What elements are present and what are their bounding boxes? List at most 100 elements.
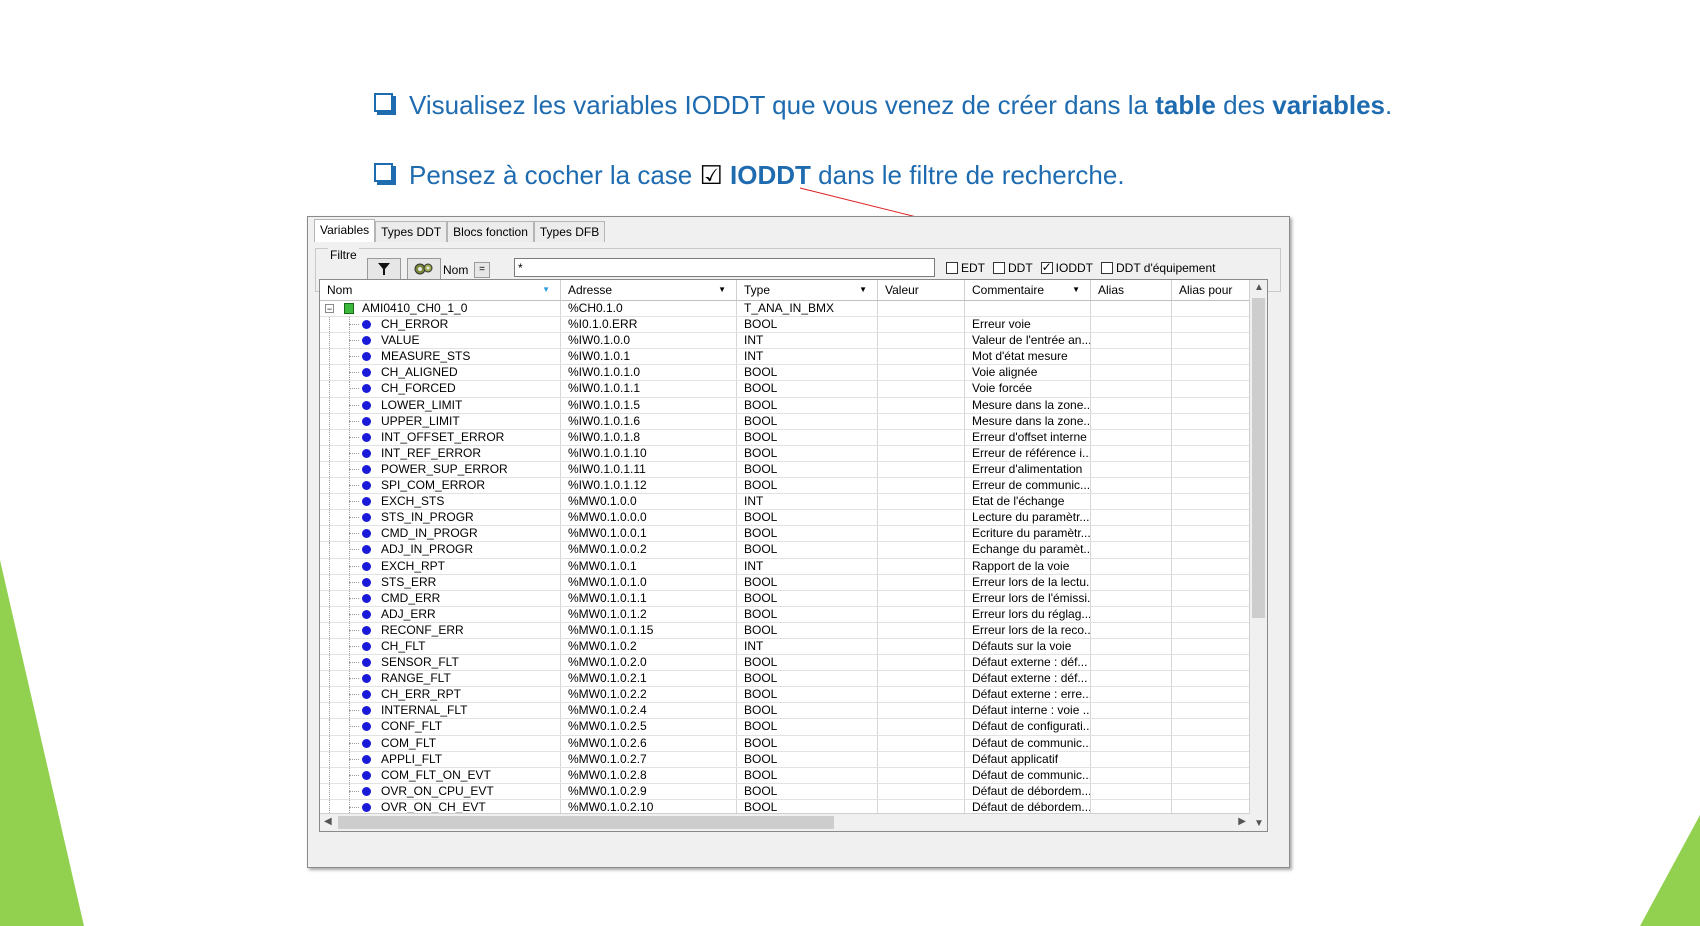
col-header-alias-pour[interactable]: Alias pour bbox=[1172, 280, 1250, 300]
variable-address: %MW0.1.0.1 bbox=[561, 558, 737, 574]
table-row[interactable]: POWER_SUP_ERROR %IW0.1.0.1.11 BOOL Erreur d… bbox=[320, 461, 1250, 479]
variable-value bbox=[878, 526, 965, 542]
table-row[interactable]: UPPER_LIMIT %IW0.1.0.1.6 BOOL Mesure dans l… bbox=[320, 413, 1250, 430]
variable-alias bbox=[1091, 542, 1172, 558]
table-row[interactable]: EXCH_RPT %MW0.1.0.1 INT Rapport de la voie bbox=[320, 558, 1250, 575]
col-header-adresse[interactable]: Adresse ▼ bbox=[561, 280, 737, 300]
table-row[interactable]: SENSOR_FLT %MW0.1.0.2.0 BOOL Défaut externe… bbox=[320, 655, 1250, 672]
table-row[interactable]: CH_FLT %MW0.1.0.2 INT Défauts sur la voie bbox=[320, 638, 1250, 656]
table-row-parent[interactable]: − AMI0410_CH0_1_0 %CH0.1.0 T_ANA_IN_BMX bbox=[320, 301, 1250, 318]
variable-name: CH_ALIGNED bbox=[381, 365, 458, 380]
table-row[interactable]: CH_ERROR %I0.1.0.ERR BOOL Erreur voie bbox=[320, 317, 1250, 334]
tab-blocs-fonction[interactable]: Blocs fonction bbox=[447, 221, 534, 242]
table-row[interactable]: COM_FLT %MW0.1.0.2.6 BOOL Défaut de communi… bbox=[320, 735, 1250, 752]
table-row[interactable]: STS_IN_PROGR %MW0.1.0.0.0 BOOL Lecture du p… bbox=[320, 510, 1250, 527]
filter-label: Filtre bbox=[328, 248, 359, 262]
ddt-checkbox[interactable]: DDT bbox=[993, 261, 1033, 275]
table-row[interactable]: CH_ALIGNED %IW0.1.0.1.0 BOOL Voie alignée bbox=[320, 365, 1250, 382]
tree-line bbox=[329, 687, 330, 703]
table-row[interactable]: INT_OFFSET_ERROR %IW0.1.0.1.8 BOOL Erreur d… bbox=[320, 429, 1250, 446]
vertical-scrollbar[interactable]: ▲ ▼ bbox=[1249, 280, 1267, 831]
tab-types-dfb[interactable]: Types DFB bbox=[533, 221, 606, 242]
settings-button[interactable] bbox=[407, 258, 441, 280]
variable-name: POWER_SUP_ERROR bbox=[381, 461, 508, 476]
tree-branch bbox=[349, 742, 359, 744]
ddt-equipement-checkbox[interactable]: DDT d'équipement bbox=[1101, 261, 1215, 275]
variable-value bbox=[878, 301, 965, 317]
col-header-commentaire[interactable]: Commentaire ▼ bbox=[965, 280, 1091, 300]
variable-name: STS_ERR bbox=[381, 574, 437, 589]
elementary-variable-icon bbox=[362, 658, 371, 668]
horizontal-scrollbar[interactable]: ◀ ▶ bbox=[320, 813, 1250, 831]
variable-address: %IW0.1.0.1 bbox=[561, 349, 737, 365]
variable-alias-pour bbox=[1172, 398, 1250, 413]
gears-icon bbox=[414, 263, 433, 275]
tree-branch bbox=[349, 629, 359, 631]
elementary-variable-icon bbox=[362, 432, 371, 442]
table-row[interactable]: STS_ERR %MW0.1.0.1.0 BOOL Erreur lors de la… bbox=[320, 574, 1250, 591]
table-row[interactable]: VALUE %IW0.1.0.0 INT Valeur de l'entrée an.… bbox=[320, 333, 1250, 350]
tree-branch bbox=[349, 533, 359, 535]
scroll-up-icon[interactable]: ▲ bbox=[1254, 282, 1264, 293]
variable-address: %CH0.1.0 bbox=[561, 301, 737, 317]
col-header-valeur[interactable]: Valeur bbox=[878, 280, 965, 300]
table-row[interactable]: RANGE_FLT %MW0.1.0.2.1 BOOL Défaut externe … bbox=[320, 671, 1250, 688]
variable-comment: Défaut externe : déf... bbox=[965, 671, 1091, 687]
table-row[interactable]: APPLI_FLT %MW0.1.0.2.7 BOOL Défaut applicat… bbox=[320, 751, 1250, 768]
variable-alias-pour bbox=[1172, 623, 1250, 638]
elementary-variable-icon bbox=[362, 464, 371, 474]
variable-alias-pour bbox=[1172, 607, 1250, 622]
variable-address: %MW0.1.0.2.1 bbox=[561, 671, 737, 687]
table-row[interactable]: COM_FLT_ON_EVT %MW0.1.0.2.8 BOOL Défaut de … bbox=[320, 767, 1250, 784]
scroll-right-icon[interactable]: ▶ bbox=[1238, 816, 1246, 827]
search-input[interactable]: * bbox=[514, 258, 935, 277]
vertical-scroll-thumb[interactable] bbox=[1252, 298, 1265, 618]
table-row[interactable]: RECONF_ERR %MW0.1.0.1.15 BOOL Erreur lors d… bbox=[320, 622, 1250, 639]
col-header-type[interactable]: Type ▼ bbox=[737, 280, 878, 300]
tab-variables[interactable]: Variables bbox=[314, 219, 376, 242]
table-row[interactable]: CONF_FLT %MW0.1.0.2.5 BOOL Défaut de config… bbox=[320, 719, 1250, 736]
table-row[interactable]: INT_REF_ERROR %IW0.1.0.1.10 BOOL Erreur de … bbox=[320, 445, 1250, 462]
equals-button[interactable]: = bbox=[474, 262, 490, 278]
tree-branch bbox=[349, 356, 359, 358]
variable-address: %MW0.1.0.0 bbox=[561, 494, 737, 510]
col-header-nom[interactable]: Nom ▼ bbox=[320, 280, 561, 300]
tree-branch bbox=[349, 662, 359, 664]
filter-button[interactable] bbox=[367, 258, 401, 280]
ioddt-checkbox[interactable]: IODDT bbox=[1040, 260, 1093, 275]
table-row[interactable]: ADJ_IN_PROGR %MW0.1.0.0.2 BOOL Echange du p… bbox=[320, 542, 1250, 559]
edt-checkbox[interactable]: EDT bbox=[946, 261, 985, 275]
table-row[interactable]: INTERNAL_FLT %MW0.1.0.2.4 BOOL Défaut inter… bbox=[320, 703, 1250, 720]
table-row[interactable]: ADJ_ERR %MW0.1.0.1.2 BOOL Erreur lors du ré… bbox=[320, 606, 1250, 623]
table-row[interactable]: OVR_ON_CPU_EVT %MW0.1.0.2.9 BOOL Défaut de … bbox=[320, 783, 1250, 800]
tree-line bbox=[329, 671, 330, 687]
variable-comment: Erreur lors du réglag... bbox=[965, 606, 1091, 622]
variable-address: %MW0.1.0.2.0 bbox=[561, 655, 737, 671]
variable-name: CMD_ERR bbox=[381, 590, 441, 605]
table-row[interactable]: CH_FORCED %IW0.1.0.1.1 BOOL Voie forcée bbox=[320, 381, 1250, 398]
scroll-down-icon[interactable]: ▼ bbox=[1254, 818, 1264, 829]
variable-alias-pour bbox=[1172, 559, 1250, 574]
variable-comment: Défaut de débordem... bbox=[965, 783, 1091, 799]
table-row[interactable]: CMD_ERR %MW0.1.0.1.1 BOOL Erreur lors de l'… bbox=[320, 590, 1250, 607]
elementary-variable-icon bbox=[362, 802, 371, 812]
table-row[interactable]: SPI_COM_ERROR %IW0.1.0.1.12 BOOL Erreur de … bbox=[320, 478, 1250, 495]
table-row[interactable]: EXCH_STS %MW0.1.0.0 INT Etat de l'échange bbox=[320, 494, 1250, 511]
table-row[interactable]: CH_ERR_RPT %MW0.1.0.2.2 BOOL Défaut externe… bbox=[320, 687, 1250, 704]
table-row[interactable]: CMD_IN_PROGR %MW0.1.0.0.1 BOOL Ecriture du … bbox=[320, 526, 1250, 543]
tree-line bbox=[329, 574, 330, 590]
collapse-icon[interactable]: − bbox=[325, 304, 334, 314]
instruction-line-2: Pensez à cocher la case ☑ IODDT dans le … bbox=[374, 160, 1125, 191]
table-row[interactable]: LOWER_LIMIT %IW0.1.0.1.5 BOOL Mesure dans l… bbox=[320, 397, 1250, 414]
variable-value bbox=[878, 735, 965, 751]
variables-table: Nom ▼ Adresse ▼ Type ▼ Valeur Commentaire ▼ … bbox=[319, 279, 1268, 832]
horizontal-scroll-thumb[interactable] bbox=[338, 816, 834, 829]
tab-types-ddt[interactable]: Types DDT bbox=[375, 221, 448, 242]
table-row[interactable]: MEASURE_STS %IW0.1.0.1 INT Mot d'état mesur… bbox=[320, 349, 1250, 366]
variable-alias bbox=[1091, 494, 1172, 510]
variable-type: BOOL bbox=[737, 365, 878, 381]
tree-line bbox=[329, 333, 330, 349]
col-header-alias[interactable]: Alias bbox=[1091, 280, 1172, 300]
scroll-left-icon[interactable]: ◀ bbox=[324, 816, 332, 827]
variable-alias bbox=[1091, 381, 1172, 397]
